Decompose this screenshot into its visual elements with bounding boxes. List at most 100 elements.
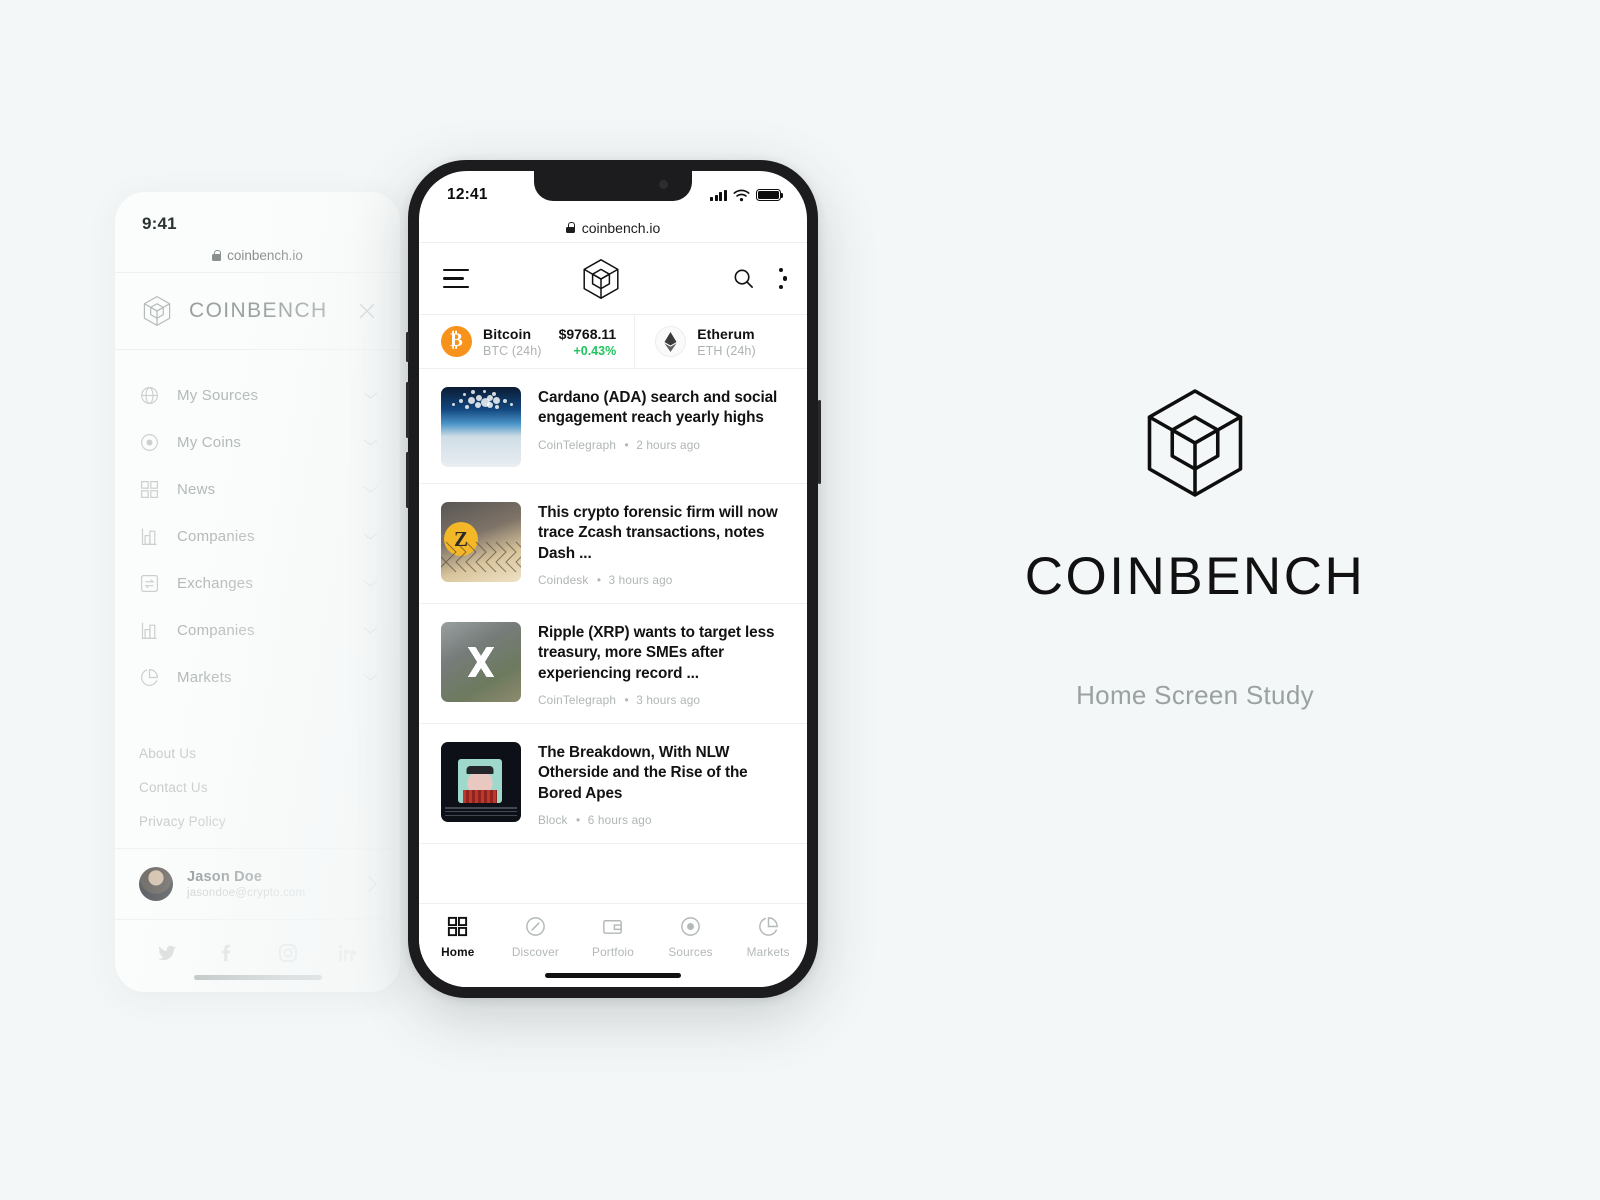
news-item[interactable]: Z This crypto forensic firm will now tra… [419, 484, 807, 605]
sidebar-item-companies-2[interactable]: Companies [115, 607, 400, 654]
tab-label: Portfoio [592, 945, 634, 959]
link-privacy-policy[interactable]: Privacy Policy [139, 814, 400, 829]
ticker-identity: Bitcoin BTC (24h) [483, 326, 542, 358]
ticker-symbol: BTC (24h) [483, 343, 542, 358]
chevron-right-icon[interactable] [367, 875, 378, 893]
news-time: 3 hours ago [636, 693, 701, 708]
tab-sources[interactable]: Sources [652, 915, 730, 959]
sidebar-item-label: Exchanges [177, 575, 254, 592]
ticker-item-bitcoin[interactable]: ₿ Bitcoin BTC (24h) $9768.11 +0.43% [419, 315, 616, 368]
drawer-brand-title: COINBENCH [189, 299, 328, 322]
sidebar-item-markets[interactable]: Markets [115, 654, 400, 701]
news-item[interactable]: Ripple (XRP) wants to target less treasu… [419, 604, 807, 725]
news-time: 3 hours ago [608, 573, 673, 588]
tab-portfolio[interactable]: Portfoio [574, 915, 652, 959]
coinbench-cube-logo [143, 296, 171, 326]
bar-chart-icon [141, 528, 157, 545]
bored-ape-nft-thumbnail [441, 742, 521, 823]
drawer-header: COINBENCH [115, 272, 400, 350]
twitter-icon[interactable] [156, 942, 178, 964]
thumb-header-strip [447, 746, 515, 757]
chevron-down-icon[interactable] [363, 626, 378, 635]
grid-icon [448, 916, 468, 937]
news-meta: CoinTelegraph • 3 hours ago [538, 693, 785, 707]
target-dot-icon [141, 434, 158, 451]
search-icon[interactable] [732, 267, 755, 290]
news-body: Cardano (ADA) search and social engageme… [538, 387, 785, 467]
chevron-down-icon[interactable] [363, 485, 378, 494]
sidebar-item-companies[interactable]: Companies [115, 513, 400, 560]
ethereum-icon [655, 326, 687, 357]
tab-markets[interactable]: Markets [729, 915, 807, 959]
status-time: 12:41 [447, 186, 488, 203]
drawer-mockup: 9:41 coinbench.io COINBENCH My Sources M… [115, 192, 400, 992]
drawer-statusbar: 9:41 [115, 192, 400, 238]
tab-label: Home [441, 945, 475, 959]
grid-icon [141, 481, 158, 498]
home-indicator[interactable] [545, 973, 681, 978]
chevron-down-icon[interactable] [363, 391, 378, 400]
news-item[interactable]: The Breakdown, With NLW Otherside and th… [419, 724, 807, 845]
url-text: coinbench.io [581, 219, 661, 236]
news-title: The Breakdown, With NLW Otherside and th… [538, 744, 748, 802]
battery-full-icon [756, 189, 784, 201]
cardano-ada-sky-thumbnail [441, 387, 521, 467]
facebook-icon[interactable] [216, 942, 238, 964]
sidebar-item-my-coins[interactable]: My Coins [115, 419, 400, 466]
sidebar-item-my-sources[interactable]: My Sources [115, 372, 400, 419]
tab-discover[interactable]: Discover [497, 915, 575, 959]
power-button[interactable] [817, 400, 821, 484]
news-body: This crypto forensic firm will now trace… [538, 502, 785, 587]
lock-icon [565, 222, 575, 233]
ada-logo-dots [441, 387, 521, 425]
chevron-down-icon[interactable] [363, 673, 378, 682]
instagram-icon[interactable] [277, 942, 299, 964]
news-item[interactable]: Cardano (ADA) search and social engageme… [419, 369, 807, 484]
lock-icon [212, 249, 222, 261]
hamburger-menu-icon[interactable] [443, 269, 469, 288]
drawer-footer-links: About Us Contact Us Privacy Policy [115, 701, 400, 829]
news-title: This crypto forensic firm will now trace… [538, 504, 778, 562]
close-icon[interactable] [356, 300, 378, 322]
link-about-us[interactable]: About Us [139, 746, 400, 761]
chevron-down-icon[interactable] [363, 438, 378, 447]
news-source: CoinTelegraph [538, 437, 617, 452]
ripple-xrp-highway-thumbnail [441, 622, 521, 703]
user-profile-row[interactable]: Jason Doe jasondoe@crypto.com [115, 848, 400, 920]
kebab-more-icon[interactable] [773, 266, 788, 291]
user-name: Jason Doe [187, 869, 263, 885]
avatar [139, 867, 173, 901]
chevron-down-icon[interactable] [363, 579, 378, 588]
wallet-icon [603, 920, 623, 934]
linkedin-icon[interactable] [337, 942, 359, 964]
ticker-name: Etherum [697, 325, 755, 342]
sidebar-item-label: Companies [177, 528, 255, 545]
bar-chart-icon [141, 622, 157, 639]
sidebar-item-label: Markets [177, 669, 232, 686]
canvas: 9:41 coinbench.io COINBENCH My Sources M… [0, 0, 1600, 1200]
tab-label: Sources [668, 945, 713, 959]
ape-art-card [458, 759, 502, 804]
news-meta: Block • 6 hours ago [538, 813, 785, 827]
sidebar-item-news[interactable]: News [115, 466, 400, 513]
cellular-bars-icon [710, 189, 727, 201]
news-body: Ripple (XRP) wants to target less treasu… [538, 622, 785, 707]
sidebar-item-exchanges[interactable]: Exchanges [115, 560, 400, 607]
drawer-url-bar[interactable]: coinbench.io [115, 238, 400, 272]
chain-fence-pattern [441, 541, 521, 573]
phone-screen: 12:41 coinbench.io ₿ Bitcoin BTC (24h) $… [419, 171, 807, 987]
ticker-identity: Etherum ETH (24h) [697, 326, 756, 358]
volume-down-button[interactable] [405, 452, 409, 508]
tab-home[interactable]: Home [419, 915, 497, 959]
coinbench-cube-logo[interactable] [577, 255, 625, 303]
news-source: Block [538, 813, 568, 828]
zcash-fence-thumbnail: Z [441, 502, 521, 582]
chevron-down-icon[interactable] [363, 532, 378, 541]
news-feed: Cardano (ADA) search and social engageme… [419, 369, 807, 903]
brand-showcase: COINBENCH Home Screen Study [1025, 378, 1363, 711]
target-dot-icon [681, 917, 700, 936]
link-contact-us[interactable]: Contact Us [139, 780, 400, 795]
ticker-item-ethereum[interactable]: Etherum ETH (24h) [634, 315, 756, 368]
bitcoin-icon: ₿ [441, 326, 472, 357]
browser-url-bar[interactable]: coinbench.io [419, 213, 807, 243]
